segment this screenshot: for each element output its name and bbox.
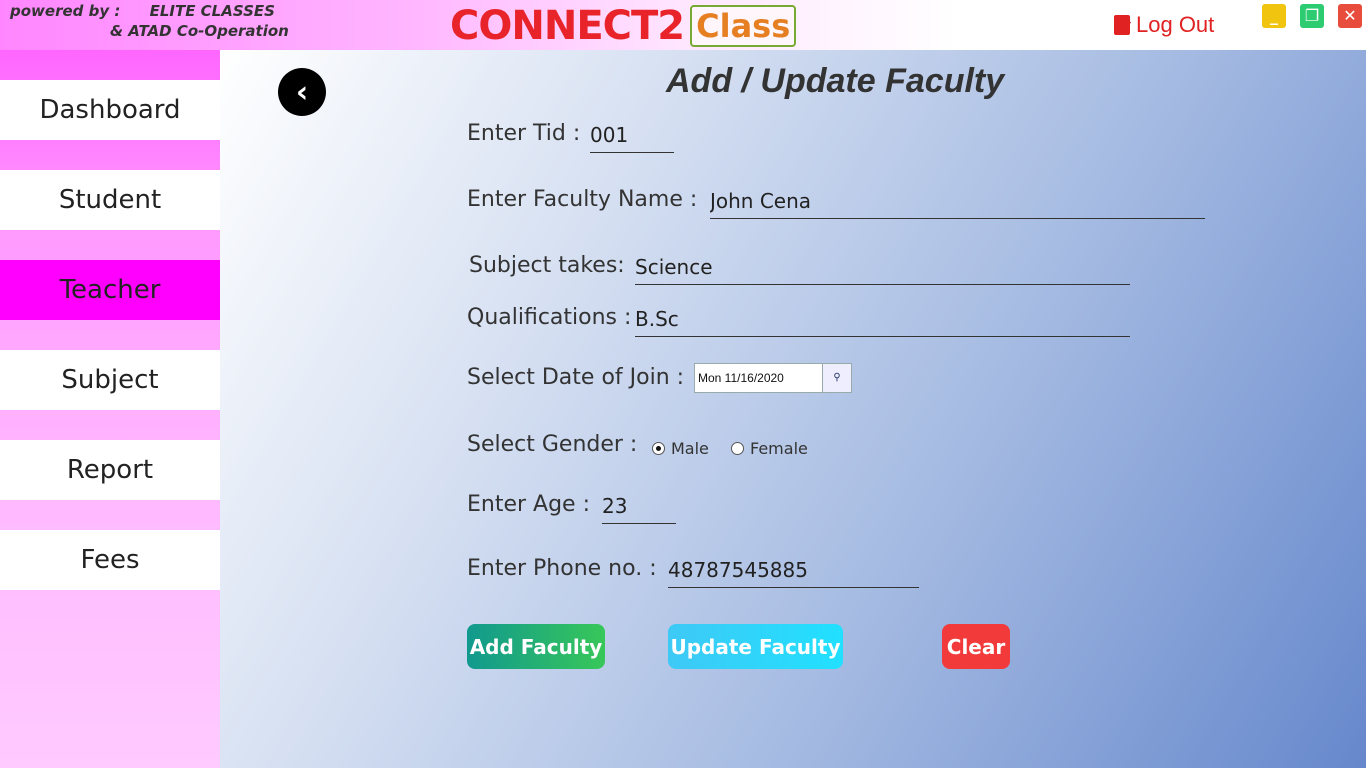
sidebar-item-fees[interactable]: Fees <box>0 530 220 590</box>
date-of-join-label: Select Date of Join : <box>467 365 685 390</box>
tid-input[interactable] <box>590 120 674 153</box>
logout-button[interactable]: Log Out <box>1114 12 1214 38</box>
top-bar: powered by : ELITE CLASSES & ATAD Co-Ope… <box>0 0 1366 50</box>
page-title: Add / Update Faculty <box>666 62 1005 100</box>
powered-by-coop: & ATAD Co-Operation <box>110 22 289 40</box>
sidebar-item-student[interactable]: Student <box>0 170 220 230</box>
phone-label: Enter Phone no. : <box>467 556 657 581</box>
sidebar-item-dashboard[interactable]: Dashboard <box>0 80 220 140</box>
gender-female-label: Female <box>750 439 808 458</box>
date-of-join-value[interactable]: Mon 11/16/2020 <box>695 364 822 392</box>
logo-class: Class <box>690 5 797 47</box>
tid-label: Enter Tid : <box>467 121 581 146</box>
sidebar-item-teacher[interactable]: Teacher <box>0 260 220 320</box>
logout-label: Log Out <box>1136 12 1215 37</box>
gender-radio-male[interactable]: Male <box>652 439 709 458</box>
clear-button[interactable]: Clear <box>942 624 1010 669</box>
powered-by-text: powered by : ELITE CLASSES <box>10 2 275 20</box>
faculty-name-label: Enter Faculty Name : <box>467 187 698 212</box>
qualifications-label: Qualifications : <box>467 305 632 330</box>
calendar-icon[interactable]: ⚲ <box>822 364 851 392</box>
subject-input[interactable] <box>635 252 1130 285</box>
date-of-join-picker[interactable]: Mon 11/16/2020 ⚲ <box>694 363 852 393</box>
faculty-name-input[interactable] <box>710 186 1205 219</box>
back-button[interactable]: ‹ <box>278 68 326 116</box>
chevron-left-icon: ‹ <box>295 74 309 110</box>
close-button[interactable]: ✕ <box>1338 4 1362 28</box>
maximize-button[interactable]: ❐ <box>1300 4 1324 28</box>
update-faculty-button[interactable]: Update Faculty <box>668 624 843 669</box>
radio-selected-icon[interactable] <box>652 442 665 455</box>
gender-radio-female[interactable]: Female <box>731 439 808 458</box>
minimize-button[interactable]: _ <box>1262 4 1286 28</box>
app-logo: CONNECT2 Class <box>450 3 797 49</box>
logo-connect2: CONNECT2 <box>450 3 685 49</box>
age-input[interactable] <box>602 491 676 524</box>
qualifications-input[interactable] <box>635 304 1130 337</box>
gender-male-label: Male <box>671 439 709 458</box>
logo-letters: CONNECT2 <box>450 3 685 49</box>
sidebar-item-report[interactable]: Report <box>0 440 220 500</box>
gender-label: Select Gender : <box>467 432 638 457</box>
powered-by-org: ELITE CLASSES <box>149 2 275 20</box>
add-faculty-button[interactable]: Add Faculty <box>467 624 605 669</box>
powered-by-label: powered by : <box>10 2 121 20</box>
phone-input[interactable] <box>668 555 919 588</box>
logo-class-text: Class <box>696 7 791 45</box>
radio-unselected-icon[interactable] <box>731 442 744 455</box>
logout-icon <box>1114 14 1132 35</box>
age-label: Enter Age : <box>467 492 590 517</box>
sidebar-item-subject[interactable]: Subject <box>0 350 220 410</box>
subject-label: Subject takes: <box>469 253 625 278</box>
